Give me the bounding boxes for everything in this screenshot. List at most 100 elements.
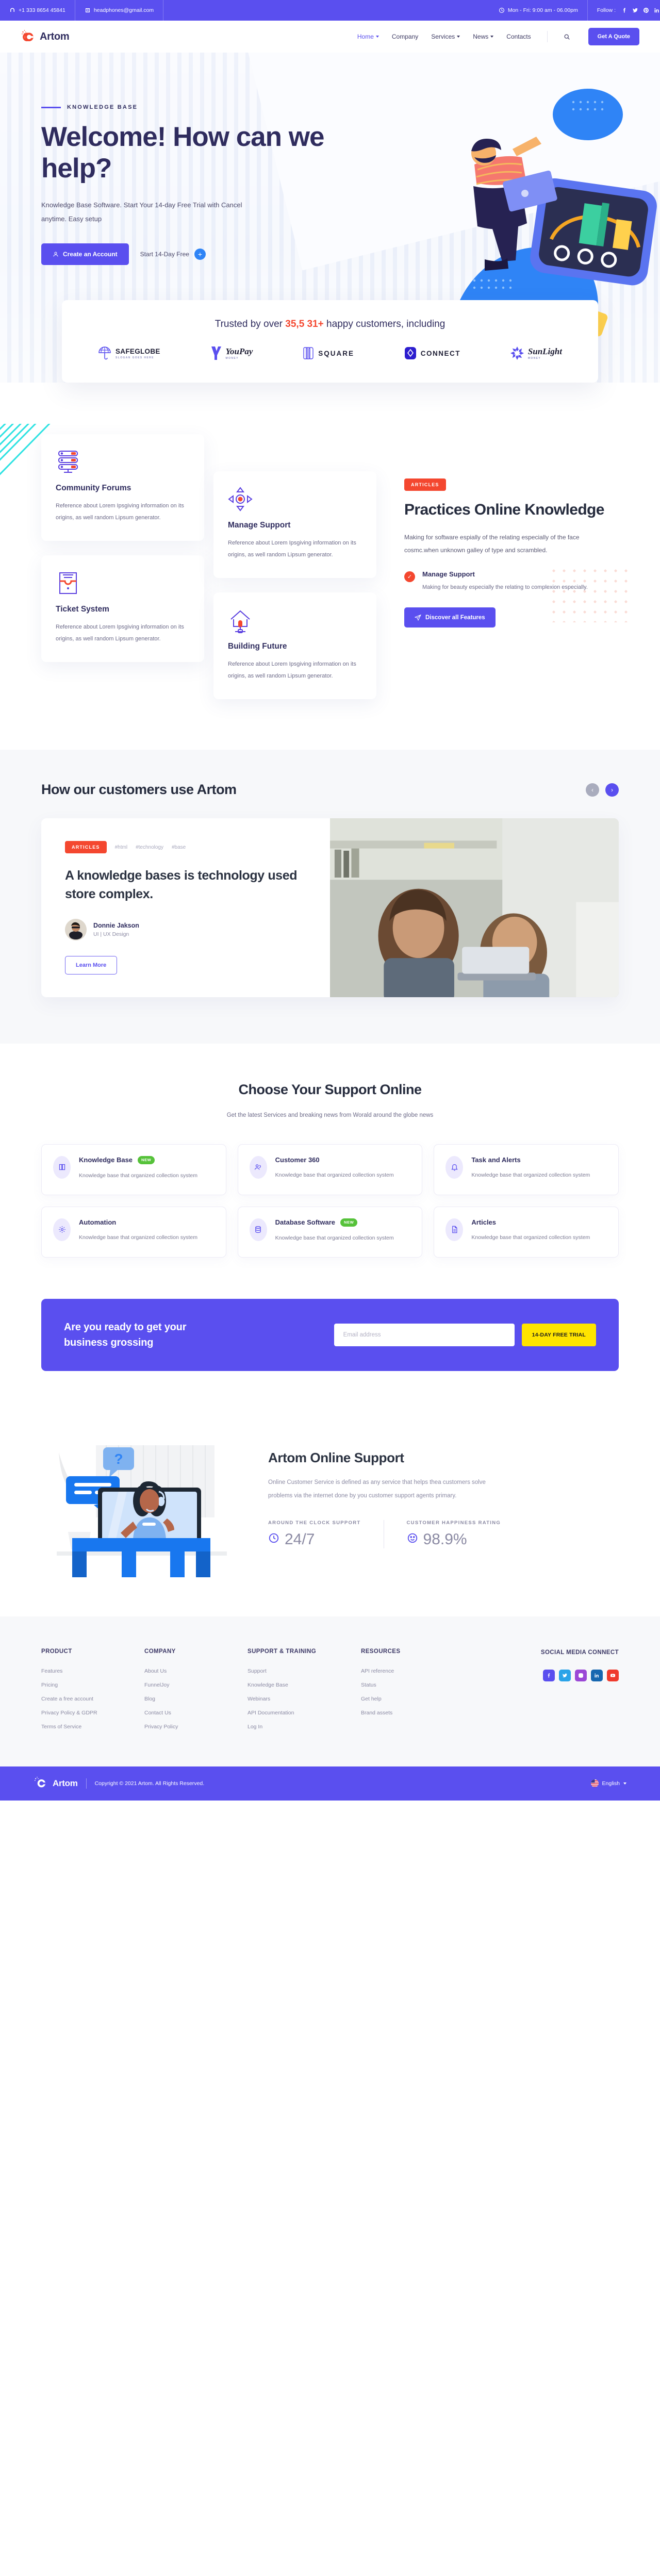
practices-online-knowledge-block: ARTICLES Practices Online Knowledge Maki…: [404, 434, 631, 628]
learn-more-button[interactable]: Learn More: [65, 956, 118, 975]
trust-headline: Trusted by over 35,5 31+ happy customers…: [82, 319, 578, 330]
carousel-next-button[interactable]: ›: [605, 783, 619, 797]
footer-link-get-help[interactable]: Get help: [361, 1696, 474, 1702]
support-card-automation[interactable]: Automation Knowledge base that organized…: [41, 1206, 226, 1258]
linkedin-icon[interactable]: [591, 1669, 603, 1681]
nav-item-company[interactable]: Company: [392, 33, 418, 40]
avatar: [65, 919, 87, 941]
customer-tag-base[interactable]: #base: [172, 845, 186, 850]
footer-link-terms[interactable]: Terms of Service: [41, 1724, 144, 1730]
feature-card-text: Reference about Lorem Ipsgiving informat…: [228, 661, 356, 679]
feature-card-building-future[interactable]: Building Future Reference about Lorem Ip…: [213, 592, 376, 700]
footer-link-features[interactable]: Features: [41, 1668, 144, 1674]
get-a-quote-button[interactable]: Get A Quote: [588, 28, 639, 45]
nav-item-services-label: Services: [431, 33, 455, 40]
send-icon: [415, 615, 421, 621]
nav-item-home[interactable]: Home: [357, 33, 379, 40]
stat-happiness-rating: CUSTOMER HAPPINESS RATING 98.9%: [383, 1520, 524, 1549]
house-icon: [228, 608, 362, 635]
topbar-phone[interactable]: +1 333 8654 45841: [0, 0, 75, 21]
search-icon[interactable]: [564, 34, 570, 40]
support-card-title-text: Articles: [471, 1218, 497, 1226]
linkedin-icon[interactable]: [654, 7, 660, 13]
dot-grid-decoration: [549, 566, 631, 623]
nav-item-services[interactable]: Services: [431, 33, 460, 40]
footer-link-contact-us[interactable]: Contact Us: [144, 1710, 248, 1716]
nav-item-contacts[interactable]: Contacts: [506, 33, 531, 40]
customer-author-role: UI | UX Design: [93, 931, 129, 938]
footer-logo[interactable]: Artom: [34, 1776, 78, 1791]
top-utility-bar: +1 333 8654 45841 headphones@gmail.com M…: [0, 0, 660, 21]
copyright-text: Copyright © 2021 Artom. All Rights Reser…: [94, 1780, 205, 1787]
support-card-text: Knowledge base that organized collection…: [471, 1171, 590, 1178]
sun-mark-icon: [510, 346, 524, 360]
connect-mark-icon: [404, 347, 416, 359]
online-support-title: Artom Online Support: [268, 1450, 404, 1466]
nav-item-news[interactable]: News: [473, 33, 494, 40]
create-account-button[interactable]: Create an Account: [41, 243, 129, 266]
twitter-icon[interactable]: [632, 7, 638, 13]
hero-subtitle: Knowledge Base Software. Start Your 14-d…: [41, 201, 242, 223]
discover-features-button[interactable]: Discover all Features: [404, 607, 496, 628]
support-card-title: Articles: [471, 1218, 590, 1226]
footer-link-api-reference[interactable]: API reference: [361, 1668, 474, 1674]
nav-item-company-label: Company: [391, 33, 419, 40]
site-logo[interactable]: Artom: [21, 29, 70, 44]
footer-link-funneljoy[interactable]: FunnelJoy: [144, 1682, 248, 1688]
footer-link-knowledge-base[interactable]: Knowledge Base: [248, 1682, 361, 1688]
footer-link-status[interactable]: Status: [361, 1682, 474, 1688]
footer-link-api-documentation[interactable]: API Documentation: [248, 1710, 361, 1716]
user-icon: [53, 252, 58, 257]
footer-link-pricing[interactable]: Pricing: [41, 1682, 144, 1688]
support-card-title-text: Knowledge Base: [79, 1156, 133, 1164]
twitter-icon[interactable]: [559, 1669, 571, 1681]
support-card-database-software[interactable]: Database Software NEW Knowledge base tha…: [237, 1206, 423, 1258]
feature-card-ticket-system[interactable]: Ticket System Reference about Lorem Ipsg…: [41, 555, 204, 663]
instagram-icon[interactable]: [575, 1669, 587, 1681]
free-trial-button[interactable]: 14-DAY FREE TRIAL: [521, 1323, 596, 1346]
footer-link-brand-assets[interactable]: Brand assets: [361, 1710, 474, 1716]
footer-link-log-in[interactable]: Log In: [248, 1724, 361, 1730]
start-free-trial-link[interactable]: Start 14-Day Free +: [140, 249, 206, 260]
carousel-prev-button[interactable]: ‹: [586, 783, 599, 797]
support-card-text: Knowledge base that organized collection…: [79, 1172, 197, 1179]
feature-card-manage-support[interactable]: Manage Support Reference about Lorem Ips…: [213, 471, 376, 579]
support-card-task-and-alerts[interactable]: Task and Alerts Knowledge base that orga…: [434, 1144, 619, 1195]
footer-link-blog[interactable]: Blog: [144, 1696, 248, 1702]
pinterest-icon[interactable]: [643, 7, 649, 13]
topbar-email[interactable]: headphones@gmail.com: [75, 0, 164, 21]
footer-social-column: SOCIAL MEDIA CONNECT: [474, 1648, 619, 1738]
facebook-icon[interactable]: [543, 1669, 555, 1681]
youtube-icon[interactable]: [607, 1669, 619, 1681]
footer-link-about-us[interactable]: About Us: [144, 1668, 248, 1674]
customer-tag-technology[interactable]: #technology: [136, 845, 163, 850]
topbar-hours-text: Mon - Fri: 9:00 am - 06.00pm: [507, 7, 578, 13]
email-input[interactable]: [334, 1323, 515, 1346]
artom-logo-icon: [21, 29, 36, 44]
language-selector[interactable]: English: [590, 1779, 626, 1788]
client-logo-safeglobe: SAFEGLOBE SLOGAN GOES HERE: [98, 346, 160, 360]
footer-link-privacy-policy[interactable]: Privacy Policy: [144, 1724, 248, 1730]
topbar-phone-text: +1 333 8654 45841: [19, 7, 65, 13]
customer-tag-html[interactable]: #html: [115, 845, 127, 850]
online-support-section: ? Artom Online Support Online Customer S…: [0, 1400, 660, 1616]
footer-link-create-account[interactable]: Create a free account: [41, 1696, 144, 1702]
support-card-knowledge-base[interactable]: Knowledge Base NEW Knowledge base that o…: [41, 1144, 226, 1195]
feature-card-title: Building Future: [228, 642, 287, 651]
support-card-articles[interactable]: Articles Knowledge base that organized c…: [434, 1206, 619, 1258]
new-badge: NEW: [138, 1155, 155, 1164]
customers-section: How our customers use Artom ‹ › ARTICLES…: [0, 750, 660, 1044]
footer-link-support[interactable]: Support: [248, 1668, 361, 1674]
footer-column-heading: RESOURCES: [361, 1648, 401, 1655]
footer-column-heading: COMPANY: [144, 1648, 176, 1655]
support-card-customer-360[interactable]: Customer 360 Knowledge base that organiz…: [237, 1144, 423, 1195]
cyan-stripes-decoration: [0, 424, 72, 496]
facebook-icon[interactable]: [621, 7, 628, 13]
smile-icon: [407, 1532, 418, 1547]
client-logo-safeglobe-name: SAFEGLOBE: [116, 348, 160, 355]
nav-menu: Home Company Services News Contacts Get …: [357, 28, 639, 45]
umbrella-globe-icon: [98, 346, 111, 360]
footer-link-webinars[interactable]: Webinars: [248, 1696, 361, 1702]
footer-link-privacy-gdpr[interactable]: Privacy Policy & GDPR: [41, 1710, 144, 1716]
practices-description: Making for software espially of the rela…: [404, 533, 580, 554]
